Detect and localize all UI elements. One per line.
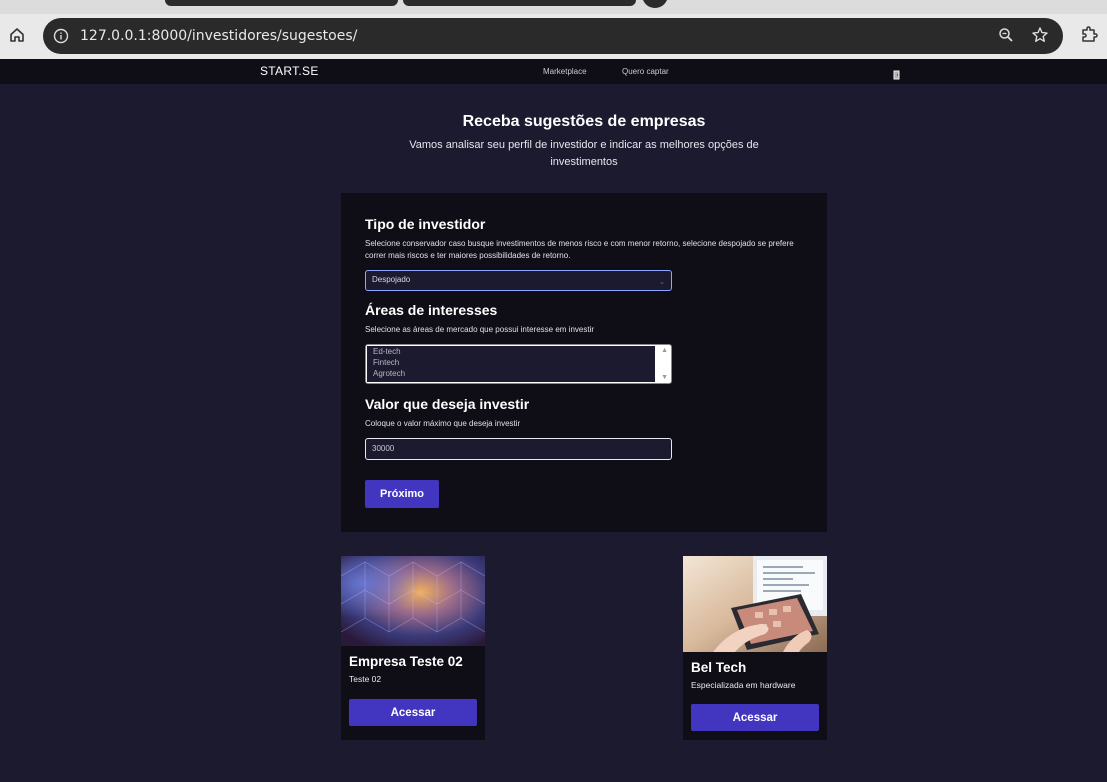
company-card: Bel Tech Especializada em hardware Acess… xyxy=(683,556,827,740)
company-description: Especializada em hardware xyxy=(691,680,796,690)
scroll-down-arrow-icon[interactable]: ▼ xyxy=(661,374,668,381)
company-description: Teste 02 xyxy=(349,674,382,684)
areas-title: Áreas de interesses xyxy=(365,302,498,318)
area-option[interactable]: Ed-tech xyxy=(367,346,655,357)
next-button[interactable]: Próximo xyxy=(365,480,439,508)
suggestion-form: Tipo de investidor Selecione conservador… xyxy=(341,193,827,532)
area-option[interactable]: Agrotech xyxy=(367,368,655,379)
company-image xyxy=(683,556,827,652)
investor-type-help: Selecione conservador caso busque invest… xyxy=(365,239,794,260)
site-navbar: START.SE Marketplace Quero captar xyxy=(0,59,1107,84)
extensions-puzzle-icon[interactable] xyxy=(1080,25,1102,47)
amount-input[interactable]: 30000 xyxy=(365,438,672,460)
amount-help: Coloque o valor máximo que deseja invest… xyxy=(365,419,521,428)
browser-tab[interactable] xyxy=(403,0,636,6)
company-image xyxy=(341,556,485,646)
browser-tab[interactable] xyxy=(165,0,398,6)
logout-door-icon[interactable] xyxy=(893,67,900,80)
investor-type-title: Tipo de investidor xyxy=(365,216,486,232)
browser-toolbar: 127.0.0.1:8000/investidores/sugestoes/ xyxy=(0,14,1107,59)
investor-type-select[interactable]: Despojado ⌄ xyxy=(365,270,672,291)
page-subtitle: Vamos analisar seu perfil de investidor … xyxy=(409,139,759,168)
area-option[interactable]: Fintech xyxy=(367,357,655,368)
url-text[interactable]: 127.0.0.1:8000/investidores/sugestoes/ xyxy=(80,18,357,54)
browser-tab-strip xyxy=(0,0,1107,14)
address-bar[interactable]: 127.0.0.1:8000/investidores/sugestoes/ xyxy=(43,18,1063,54)
company-card: Empresa Teste 02 Teste 02 Acessar xyxy=(341,556,485,740)
new-tab-button[interactable] xyxy=(642,0,668,8)
nav-link-quero-captar[interactable]: Quero captar xyxy=(622,59,669,84)
scroll-up-arrow-icon[interactable]: ▲ xyxy=(661,347,668,354)
access-button[interactable]: Acessar xyxy=(349,699,477,726)
areas-multiselect[interactable]: Ed-tech Fintech Agrotech ▲ ▼ xyxy=(365,344,672,384)
home-icon[interactable] xyxy=(6,24,28,46)
zoom-icon[interactable] xyxy=(998,27,1016,45)
areas-options-list: Ed-tech Fintech Agrotech xyxy=(367,346,655,382)
chevron-down-icon: ⌄ xyxy=(659,279,665,286)
areas-help: Selecione as áreas de mercado que possui… xyxy=(365,325,595,334)
access-button[interactable]: Acessar xyxy=(691,704,819,731)
nav-link-marketplace[interactable]: Marketplace xyxy=(543,59,587,84)
amount-title: Valor que deseja investir xyxy=(365,396,530,412)
investor-type-selected-value: Despojado xyxy=(372,275,411,284)
bookmark-star-icon[interactable] xyxy=(1031,26,1051,46)
brand-logo[interactable]: START.SE xyxy=(260,59,319,84)
site-info-icon[interactable] xyxy=(52,27,70,45)
company-name: Bel Tech xyxy=(691,660,747,675)
company-name: Empresa Teste 02 xyxy=(349,654,463,669)
page-title: Receba sugestões de empresas xyxy=(462,113,706,130)
